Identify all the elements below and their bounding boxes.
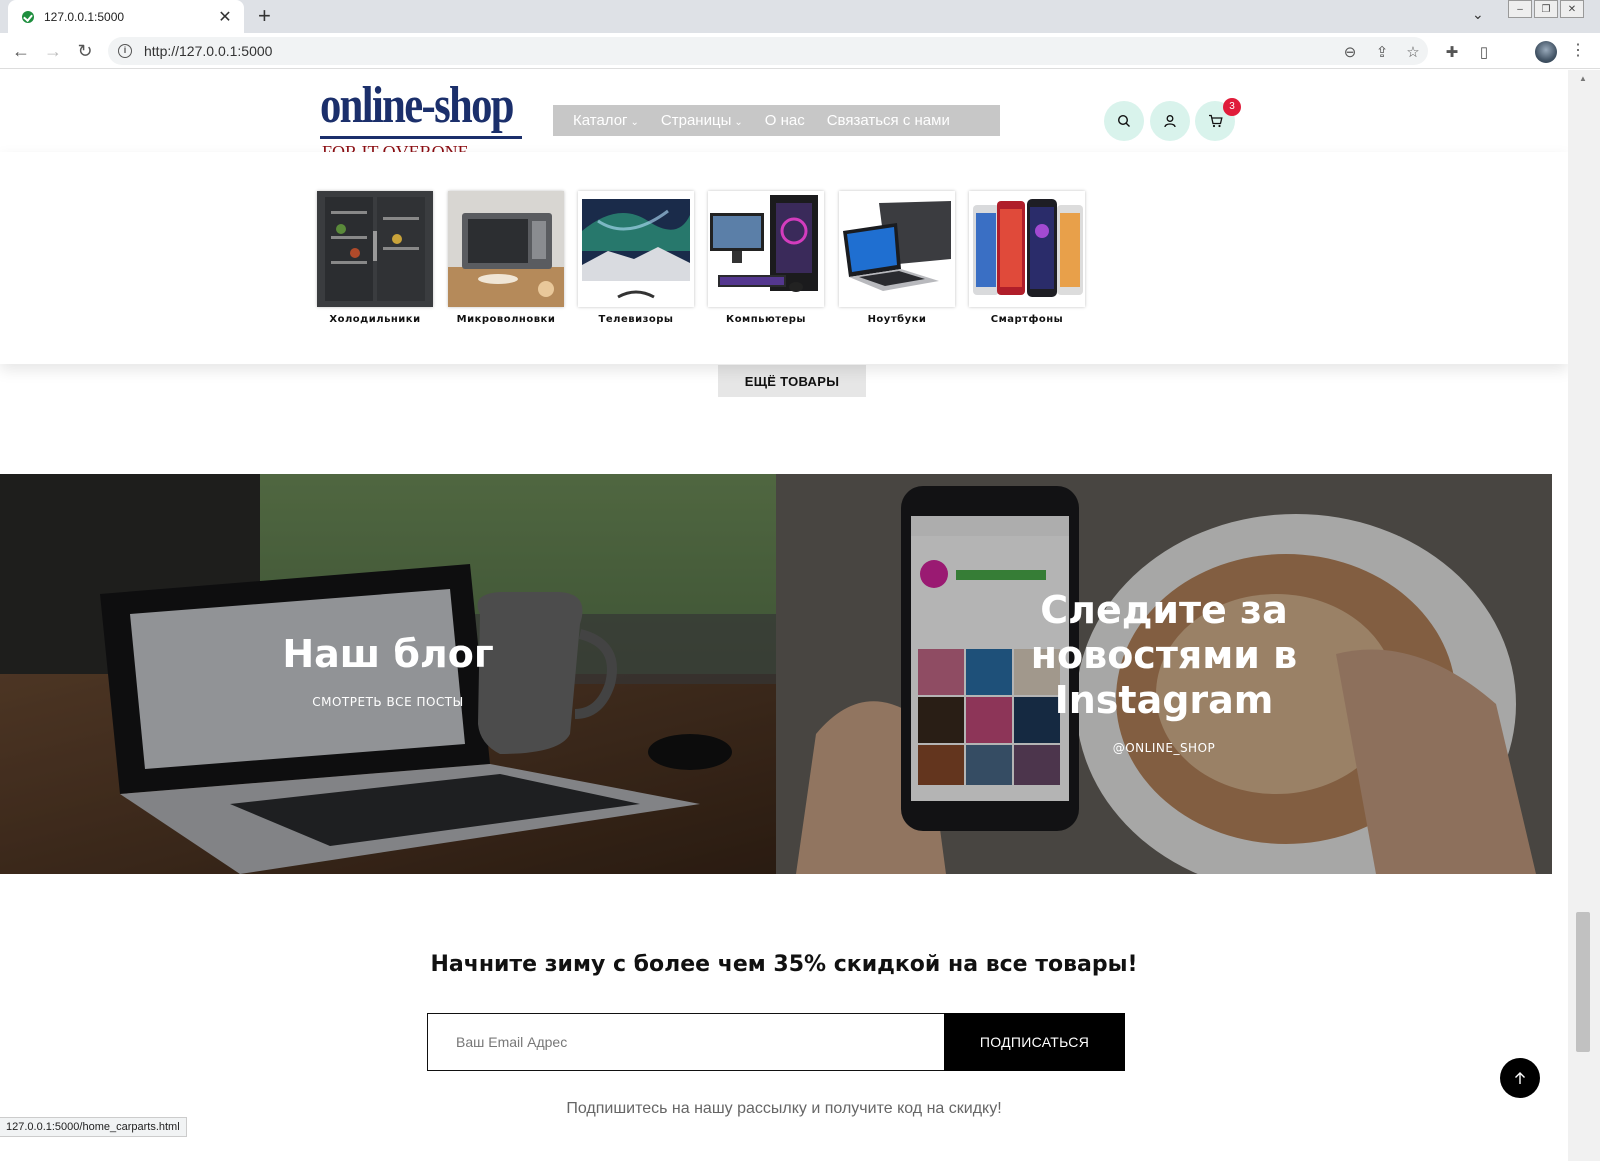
category-smartphones[interactable]: Смартфоны xyxy=(969,191,1085,325)
nav-item-label: Каталог xyxy=(573,112,628,129)
new-tab-icon[interactable]: + xyxy=(258,4,271,28)
cart-count-badge: 3 xyxy=(1223,98,1241,116)
site-info-icon[interactable]: i xyxy=(118,44,132,58)
page-viewport: online-shop FOR IT OVERONE Каталог ⌄ Стра… xyxy=(0,70,1568,1161)
view-all-posts-link[interactable]: СМОТРЕТЬ ВСЕ ПОСТЫ xyxy=(0,695,776,709)
search-icon xyxy=(1117,114,1130,127)
browser-menu-icon[interactable]: ⋮ xyxy=(1570,40,1586,60)
minimize-icon[interactable]: – xyxy=(1508,0,1532,18)
instagram-title-line: новостями в xyxy=(1030,633,1298,677)
category-label: Микроволновки xyxy=(456,314,556,325)
scroll-up-arrow-icon[interactable]: ▲ xyxy=(1579,74,1587,83)
browser-toolbar: ← → ↻ i http://127.0.0.1:5000 ⊖ ⇪ ☆ ✚ ▯ xyxy=(0,33,1600,69)
scroll-to-top-button[interactable] xyxy=(1500,1058,1540,1098)
browser-tab[interactable]: 127.0.0.1:5000 ✕ xyxy=(8,0,244,33)
category-laptops[interactable]: Ноутбуки xyxy=(839,191,955,325)
share-icon[interactable]: ⇪ xyxy=(1372,43,1392,61)
page-scrollbar[interactable]: ▲ xyxy=(1568,70,1600,1161)
bookmark-star-icon[interactable]: ☆ xyxy=(1403,43,1423,61)
back-icon[interactable]: ← xyxy=(10,41,32,61)
scrollbar-thumb[interactable] xyxy=(1576,912,1590,1052)
fridge-image xyxy=(317,191,433,307)
laptop-image xyxy=(839,191,955,307)
microwave-image xyxy=(448,191,564,307)
side-panel-icon[interactable]: ▯ xyxy=(1474,43,1494,61)
blog-banner[interactable]: Наш блог СМОТРЕТЬ ВСЕ ПОСТЫ xyxy=(0,474,776,874)
newsletter-note: Подпишитесь на нашу рассылку и получите … xyxy=(566,1100,1002,1117)
browser-tab-bar: 127.0.0.1:5000 ✕ + ⌄ – ❐ ✕ xyxy=(0,0,1600,33)
url-text: http://127.0.0.1:5000 xyxy=(144,43,273,59)
category-label: Холодильники xyxy=(329,314,421,325)
instagram-banner[interactable]: Следите за новостями в Instagram @ONLINE… xyxy=(776,474,1552,874)
restore-icon[interactable]: ❐ xyxy=(1534,0,1558,18)
category-label: Ноутбуки xyxy=(867,314,927,325)
nav-item-catalog[interactable]: Каталог ⌄ xyxy=(573,112,639,129)
zoom-icon[interactable]: ⊖ xyxy=(1340,43,1360,61)
nav-item-label: Страницы xyxy=(660,112,732,129)
blog-title: Наш блог xyxy=(282,632,494,676)
nav-item-about[interactable]: О нас xyxy=(765,112,805,129)
more-products-button[interactable]: ЕЩЁ ТОВАРЫ xyxy=(718,365,866,397)
category-label: Смартфоны xyxy=(990,314,1064,325)
email-input[interactable]: Ваш Email Адрес xyxy=(427,1013,945,1071)
instagram-title-line: Instagram xyxy=(1054,678,1274,722)
window-controls: – ❐ ✕ xyxy=(1506,0,1584,18)
category-fridges[interactable]: Холодильники xyxy=(317,191,433,325)
instagram-title: Следите за новостями в Instagram xyxy=(976,588,1352,723)
subscribe-button[interactable]: ПОДПИСАТЬСЯ xyxy=(944,1013,1125,1071)
user-icon xyxy=(1164,115,1176,128)
site-logo[interactable]: online-shop FOR IT OVERONE xyxy=(320,74,530,154)
search-button[interactable] xyxy=(1104,101,1144,141)
logo-underline xyxy=(320,136,522,139)
account-button[interactable] xyxy=(1150,101,1190,141)
main-navigation: Каталог ⌄ Страницы ⌄ О нас Связаться с нам… xyxy=(553,105,1000,136)
window-close-icon[interactable]: ✕ xyxy=(1560,0,1584,18)
close-tab-icon[interactable]: ✕ xyxy=(216,7,234,27)
category-computers[interactable]: Компьютеры xyxy=(708,191,824,325)
tab-search-chevron-icon[interactable]: ⌄ xyxy=(1472,6,1484,23)
category-label: Телевизоры xyxy=(598,314,674,325)
forward-icon[interactable]: → xyxy=(42,41,64,61)
logo-wordmark: online-shop xyxy=(320,77,515,134)
category-tvs[interactable]: Телевизоры xyxy=(578,191,694,325)
catalog-dropdown: Холодильники Микроволновки Телевизоры Ко… xyxy=(0,152,1568,364)
tv-image xyxy=(578,191,694,307)
address-bar[interactable]: i http://127.0.0.1:5000 xyxy=(108,37,1428,65)
chevron-down-icon: ⌄ xyxy=(630,117,639,128)
link-status-bar: 127.0.0.1:5000/home_carparts.html xyxy=(0,1117,187,1137)
arrow-up-icon xyxy=(1515,1072,1525,1084)
promo-heading: Начните зиму с более чем 35% скидкой на … xyxy=(430,952,1138,977)
secure-favicon-icon xyxy=(22,10,34,23)
nav-item-pages[interactable]: Страницы ⌄ xyxy=(661,112,743,129)
profile-avatar[interactable] xyxy=(1535,41,1557,63)
tab-title: 127.0.0.1:5000 xyxy=(44,9,125,24)
category-microwaves[interactable]: Микроволновки xyxy=(448,191,564,325)
chevron-down-icon: ⌄ xyxy=(734,117,743,128)
reload-icon[interactable]: ↻ xyxy=(74,41,96,61)
instagram-title-line: Следите за xyxy=(1040,588,1288,632)
extensions-icon[interactable]: ✚ xyxy=(1442,43,1462,61)
smartphone-image xyxy=(969,191,1085,307)
cart-icon xyxy=(1208,114,1223,128)
category-label: Компьютеры xyxy=(726,314,806,325)
computer-image xyxy=(708,191,824,307)
nav-item-contact[interactable]: Связаться с нами xyxy=(827,112,950,129)
instagram-handle-link[interactable]: @ONLINE_SHOP xyxy=(976,741,1352,755)
